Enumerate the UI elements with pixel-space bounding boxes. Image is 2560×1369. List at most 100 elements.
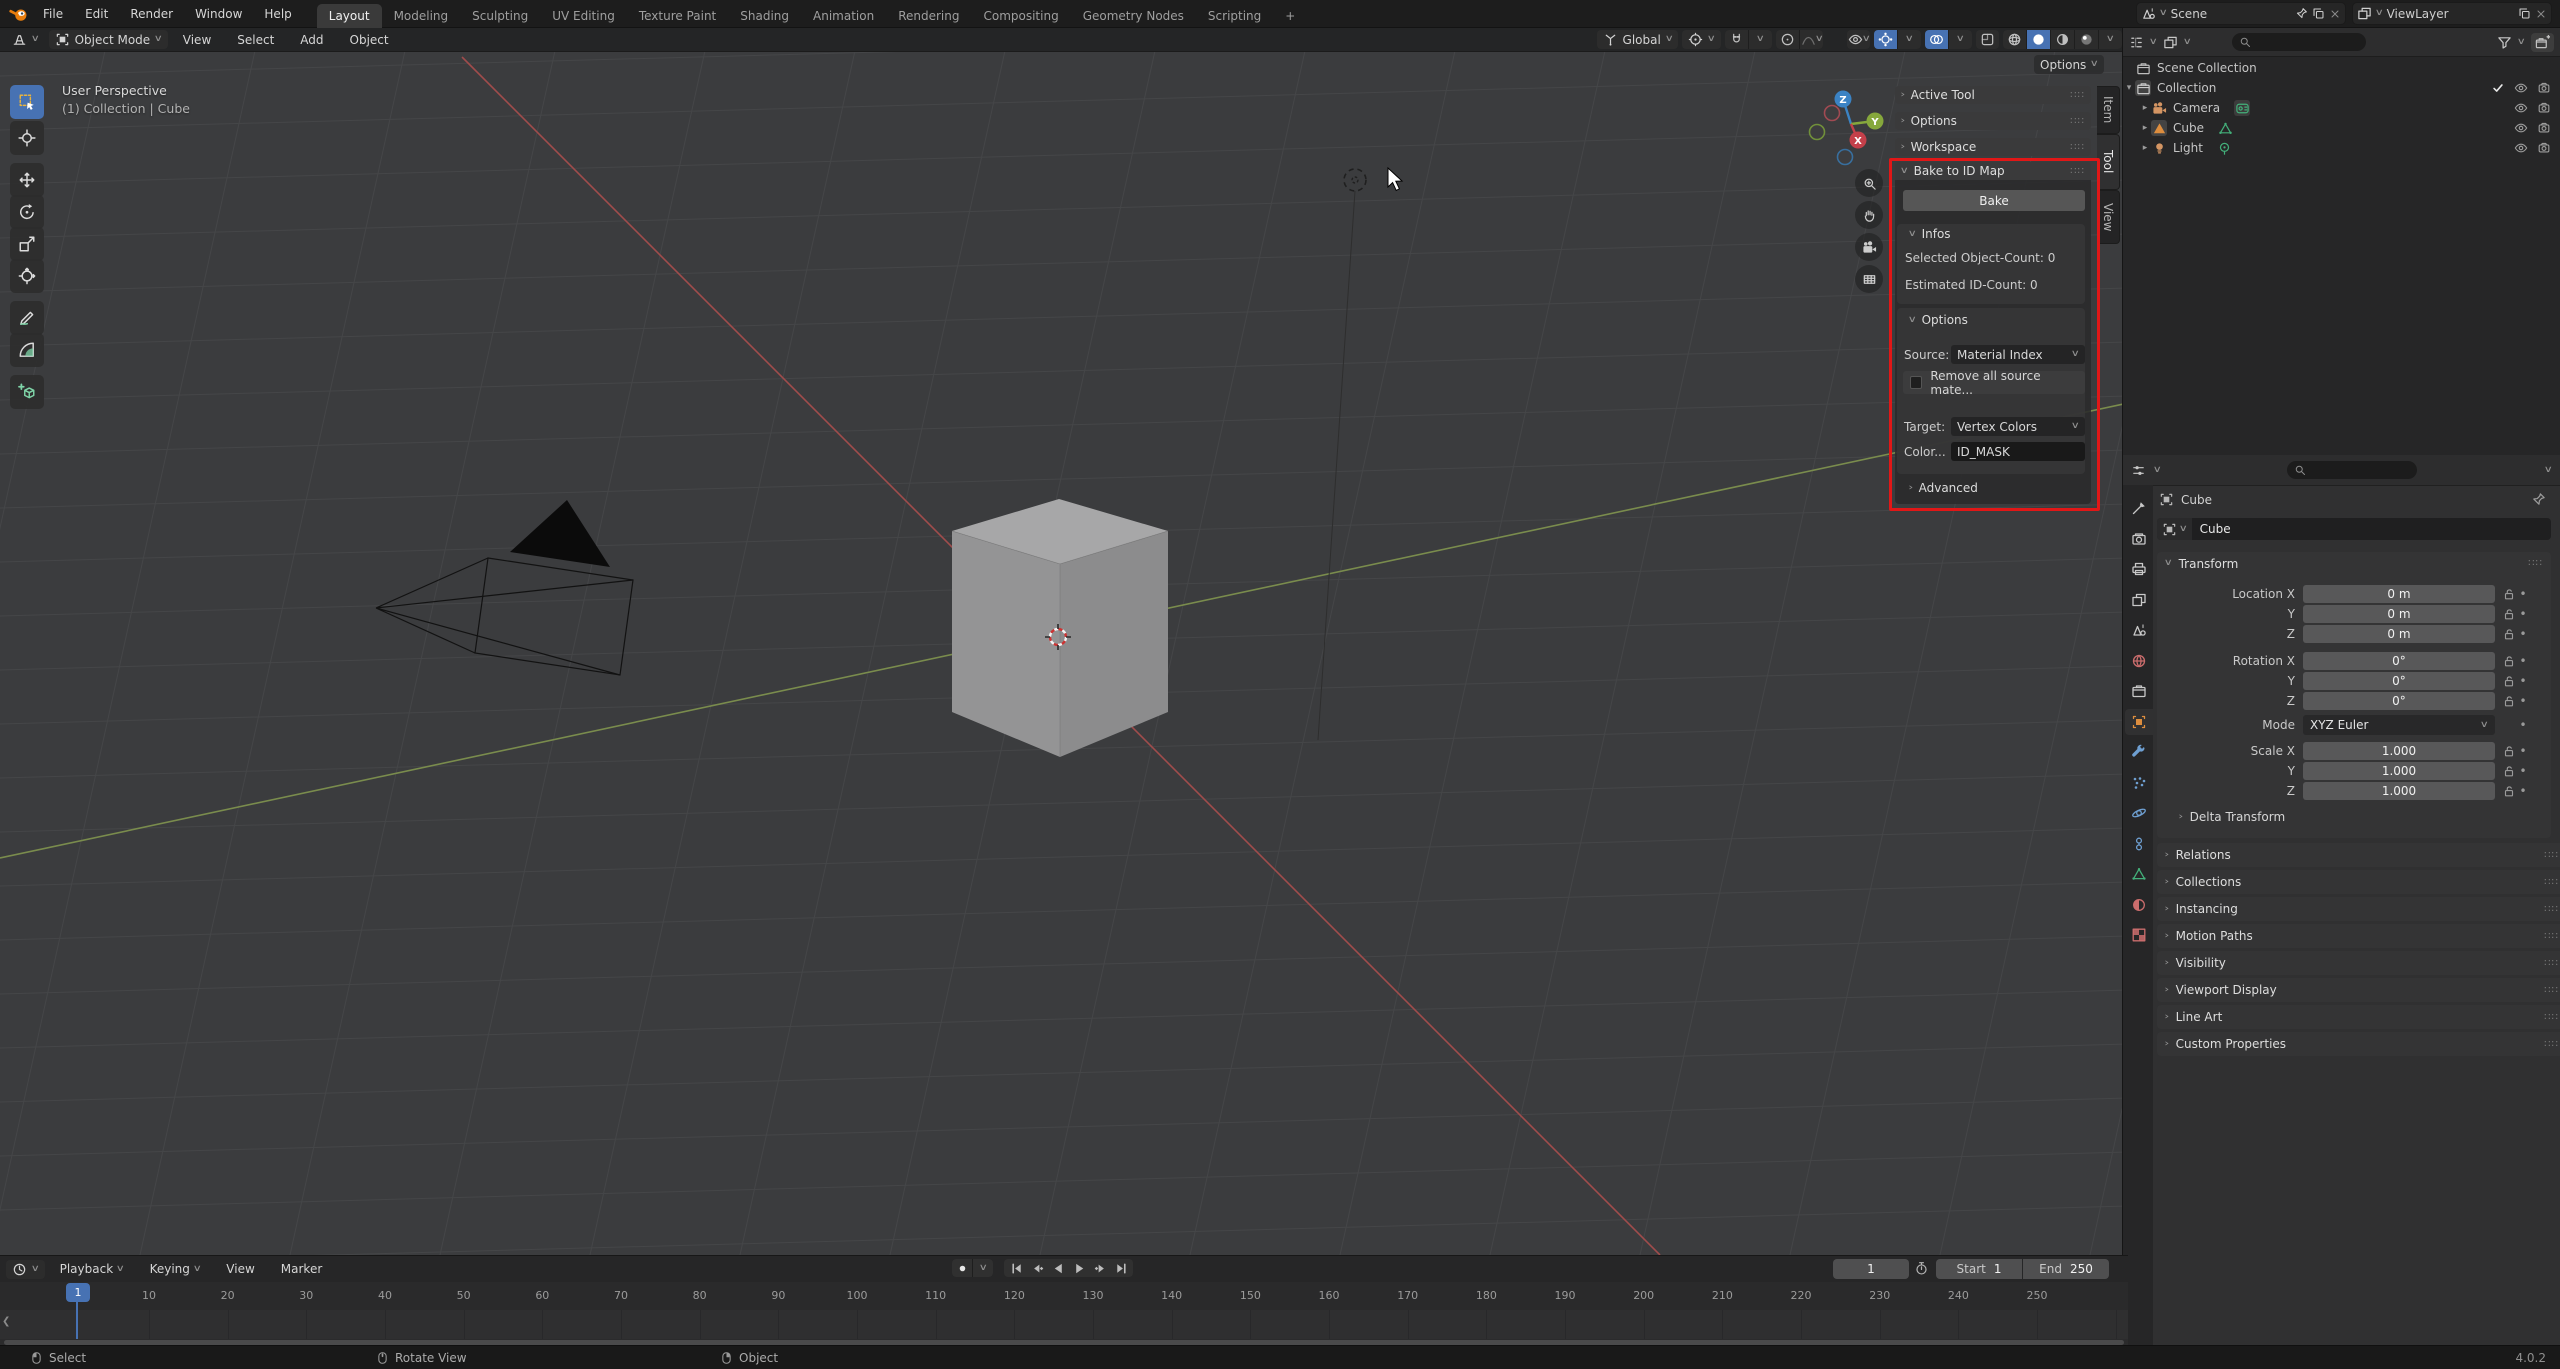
tool-scale[interactable] (10, 227, 44, 261)
rotation-z-field[interactable]: 0° (2303, 692, 2495, 710)
viewlayer-selector[interactable]: ∨ ViewLayer (2352, 2, 2552, 25)
lock-icon[interactable] (2502, 607, 2516, 621)
render-visibility-icon[interactable] (2537, 81, 2551, 95)
jump-to-start-button[interactable] (1006, 1259, 1026, 1277)
properties-tab-texture[interactable] (2125, 922, 2153, 948)
pin-icon[interactable] (2531, 492, 2546, 507)
drag-handle[interactable]: ∷∷ (2544, 958, 2559, 969)
properties-tab-physics[interactable] (2125, 800, 2153, 826)
workspace-tab-animation[interactable]: Animation (801, 4, 886, 28)
drag-handle[interactable]: ∷∷ (2528, 558, 2543, 569)
outliner-row-collection[interactable]: ▾ Collection (2123, 78, 2560, 98)
hide-eye-icon[interactable] (2514, 141, 2528, 155)
menu-view[interactable]: View (172, 29, 222, 51)
hide-eye-icon[interactable] (2514, 81, 2528, 95)
proportional-edit-toggle[interactable] (1776, 30, 1799, 49)
workspace-tab-texture-paint[interactable]: Texture Paint (627, 4, 728, 28)
menu-view[interactable]: View (215, 1258, 265, 1280)
new-collection-button[interactable] (2531, 32, 2554, 52)
menu-file[interactable]: File (32, 3, 74, 25)
checkbox-icon[interactable] (2491, 81, 2505, 95)
outliner-row-camera[interactable]: ▸ Camera (2123, 98, 2560, 118)
render-visibility-icon[interactable] (2537, 101, 2551, 115)
drag-handle[interactable]: ∷∷ (2544, 877, 2559, 888)
visibility-dropdown[interactable]: ∨ (1847, 30, 1870, 49)
workspace-tab-uv-editing[interactable]: UV Editing (540, 4, 627, 28)
snap-toggle[interactable] (1725, 30, 1748, 49)
timeline-channels[interactable]: ❮ (0, 1310, 2128, 1339)
workspace-tab-sculpting[interactable]: Sculpting (460, 4, 540, 28)
object-name-field[interactable]: ∨ Cube (2157, 518, 2551, 540)
show-overlays-toggle[interactable] (1925, 30, 1948, 49)
drag-handle[interactable]: ∷∷ (2070, 142, 2085, 153)
disclosure-triangle[interactable]: ▸ (2139, 103, 2151, 113)
gizmo-neg-x[interactable] (1823, 104, 1841, 122)
workspace-tab-modeling[interactable]: Modeling (382, 4, 461, 28)
menu-select[interactable]: Select (226, 29, 285, 51)
drag-handle[interactable]: ∷∷ (2544, 1012, 2559, 1023)
properties-tab-collection[interactable] (2125, 678, 2153, 704)
blender-logo-icon[interactable] (8, 5, 28, 23)
menu-render[interactable]: Render (119, 3, 184, 25)
jump-to-end-button[interactable] (1111, 1259, 1131, 1277)
outliner-search-input[interactable] (2232, 33, 2366, 51)
channel-expand-arrow[interactable]: ❮ (2, 1316, 10, 1327)
menu-keying[interactable]: Keying ∨ (139, 1258, 212, 1280)
sidebar-tab-view[interactable]: View (2097, 190, 2120, 244)
xray-toggle[interactable] (1976, 30, 1999, 49)
pivot-point-selector[interactable]: ∨ (1682, 30, 1721, 49)
hide-eye-icon[interactable] (2514, 101, 2528, 115)
location-y-field[interactable]: 0 m (2303, 605, 2495, 623)
animate-dot[interactable]: • (2516, 607, 2530, 621)
viewport-ortho-toggle-button[interactable] (1855, 265, 1883, 293)
tool-cursor[interactable] (10, 121, 44, 155)
properties-tab-vlayer[interactable] (2125, 587, 2153, 613)
drag-handle[interactable]: ∷∷ (2070, 116, 2085, 127)
properties-tab-constraint[interactable] (2125, 831, 2153, 857)
auto-key-record-button[interactable] (952, 1259, 972, 1277)
gizmo-options-button[interactable]: ∨ (1898, 30, 1921, 49)
viewport-pan-button[interactable] (1855, 201, 1883, 229)
viewport-zoom-button[interactable] (1855, 169, 1883, 197)
workspace-tab-scripting[interactable]: Scripting (1196, 4, 1273, 28)
properties-tab-output[interactable] (2125, 556, 2153, 582)
scale-z-field[interactable]: 1.000 (2303, 782, 2495, 800)
gizmo-neg-y[interactable] (1808, 123, 1826, 141)
stopwatch-icon[interactable] (1914, 1261, 1929, 1276)
panel-workspace[interactable]: › Workspace ∷∷ (1895, 138, 2091, 156)
menu-playback[interactable]: Playback ∨ (49, 1258, 135, 1280)
lock-icon[interactable] (2502, 784, 2516, 798)
disclosure-triangle[interactable]: ▸ (2139, 143, 2151, 153)
drag-handle[interactable]: ∷∷ (2544, 931, 2559, 942)
panel-collections[interactable]: › Collections ∷∷ (2157, 870, 2560, 894)
playhead[interactable]: 1 (66, 1283, 90, 1302)
panel-visibility[interactable]: › Visibility ∷∷ (2157, 951, 2560, 975)
mode-selector[interactable]: Object Mode ∨ (48, 30, 168, 49)
animate-dot[interactable]: • (2516, 654, 2530, 668)
menu-marker[interactable]: Marker (270, 1258, 333, 1280)
render-visibility-icon[interactable] (2537, 141, 2551, 155)
disclosure-triangle[interactable]: ▸ (2139, 123, 2151, 133)
scale-x-field[interactable]: 1.000 (2303, 742, 2495, 760)
editor-properties-icon[interactable] (2131, 463, 2146, 478)
drag-handle[interactable]: ∷∷ (2544, 985, 2559, 996)
panel-active-tool[interactable]: › Active Tool ∷∷ (1895, 86, 2091, 104)
panel-line-art[interactable]: › Line Art ∷∷ (2157, 1005, 2560, 1029)
outliner-row-light[interactable]: ▸ Light (2123, 138, 2560, 158)
panel-relations[interactable]: › Relations ∷∷ (2157, 843, 2560, 867)
menu-object[interactable]: Object (339, 29, 400, 51)
workspace-tab-geometry-nodes[interactable]: Geometry Nodes (1071, 4, 1196, 28)
workspace-tab-layout[interactable]: Layout (316, 3, 382, 28)
editor-outliner-icon[interactable] (2129, 35, 2144, 50)
overlays-options-button[interactable]: ∨ (1949, 30, 1972, 49)
shading-solid-button[interactable] (2027, 30, 2050, 49)
scale-y-field[interactable]: 1.000 (2303, 762, 2495, 780)
properties-options-button[interactable]: ∨ (2544, 465, 2553, 475)
properties-tab-scene[interactable] (2125, 617, 2153, 643)
tool-annotate[interactable] (10, 301, 44, 335)
start-frame-field[interactable]: Start 1 (1936, 1259, 2022, 1279)
play-reverse-button[interactable] (1048, 1259, 1068, 1277)
shading-rendered-button[interactable] (2075, 30, 2098, 49)
menu-add[interactable]: Add (289, 29, 334, 51)
drag-handle[interactable]: ∷∷ (2544, 904, 2559, 915)
